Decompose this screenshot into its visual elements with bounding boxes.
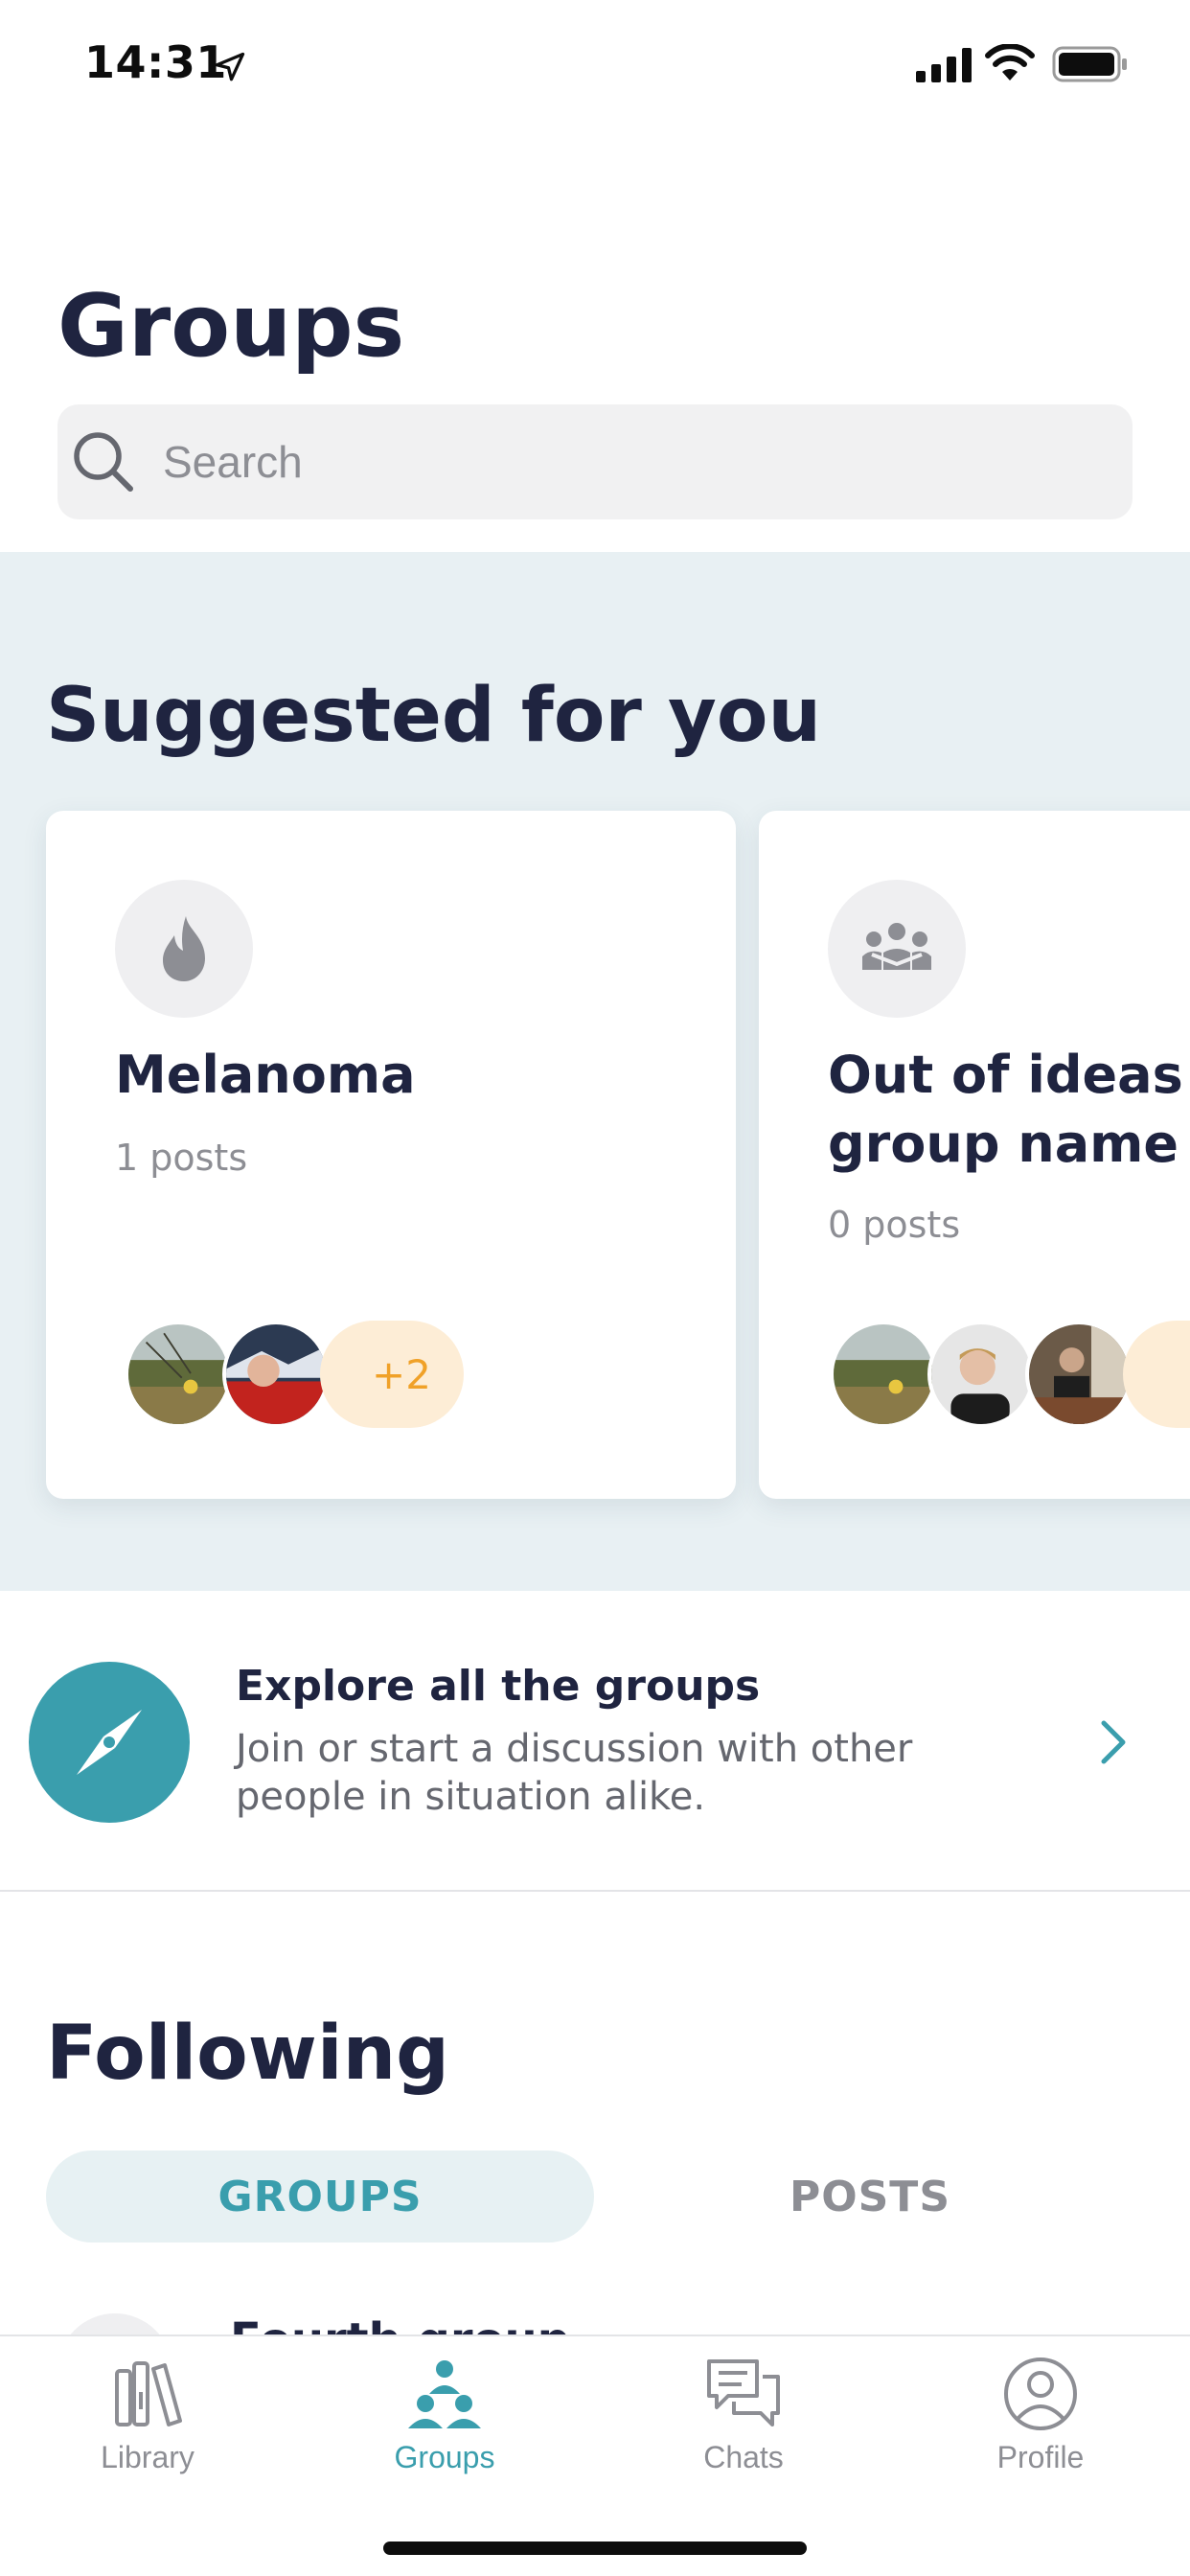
following-list: Fourth group [0,2285,1190,2336]
avatar [125,1321,232,1428]
group-avatar [57,2313,172,2336]
explore-description: Join or start a discussion with other pe… [236,1727,913,1819]
list-item-title[interactable]: Fourth group [230,2313,570,2336]
suggested-section: Suggested for you Melanoma 1 posts +2 Ou… [0,552,1190,1591]
tab-library[interactable]: Library [33,2354,263,2497]
cellular-signal-icon [916,48,972,82]
more-members-badge: +2 [320,1321,464,1428]
compass-icon [77,1710,142,1775]
more-members-badge: + [1123,1321,1190,1428]
card-title-line-1: Out of ideas f [828,1045,1190,1105]
wifi-icon [985,44,1035,80]
tab-label: Chats [703,2440,784,2474]
chevron-right-icon[interactable] [1094,1715,1133,1769]
battery-icon [1052,46,1127,82]
chats-icon [707,2359,780,2426]
card-title: Out of ideas f group name [828,1041,1190,1179]
search-input[interactable] [163,404,1083,519]
suggested-title: Suggested for you [46,673,821,759]
explore-icon-container [29,1662,190,1823]
explore-all-groups-row[interactable]: Explore all the groups Join or start a d… [0,1591,1190,1892]
library-icon [115,2361,182,2426]
flame-icon [163,916,205,981]
avatar [830,1321,937,1428]
tab-label: Library [101,2440,195,2474]
avatar [222,1321,330,1428]
avatar [1025,1321,1133,1428]
explore-title: Explore all the groups [236,1662,761,1711]
search-icon [74,432,133,492]
group-card-melanoma[interactable]: Melanoma 1 posts +2 [46,811,736,1499]
tab-label: Profile [996,2440,1085,2474]
card-title: Melanoma [115,1045,416,1105]
card-icon-container [115,880,253,1018]
group-card-out-of-ideas[interactable]: Out of ideas f group name 0 posts + [759,811,1190,1499]
tab-profile[interactable]: Profile [926,2354,1156,2497]
tab-posts[interactable]: POSTS [596,2150,1144,2242]
group-people-icon [862,923,931,970]
card-post-count: 1 posts [115,1137,248,1179]
tab-groups-nav[interactable]: Groups [330,2354,560,2497]
card-post-count: 0 posts [828,1204,961,1246]
home-indicator[interactable] [383,2542,807,2555]
profile-icon [1004,2358,1077,2430]
following-title: Following [46,2011,449,2097]
tab-label: Groups [394,2440,495,2474]
card-icon-container [828,880,966,1018]
location-arrow-icon [215,52,245,81]
status-bar: 14:31 [0,0,1190,128]
page-title: Groups [57,276,405,377]
groups-icon [408,2360,481,2428]
avatar [927,1321,1035,1428]
card-title-line-2: group name [828,1114,1179,1174]
bottom-tab-bar: Library Groups Chats Profile [0,2334,1190,2576]
tab-groups[interactable]: GROUPS [46,2150,594,2242]
tab-chats[interactable]: Chats [629,2354,858,2497]
status-time: 14:31 [84,36,227,88]
